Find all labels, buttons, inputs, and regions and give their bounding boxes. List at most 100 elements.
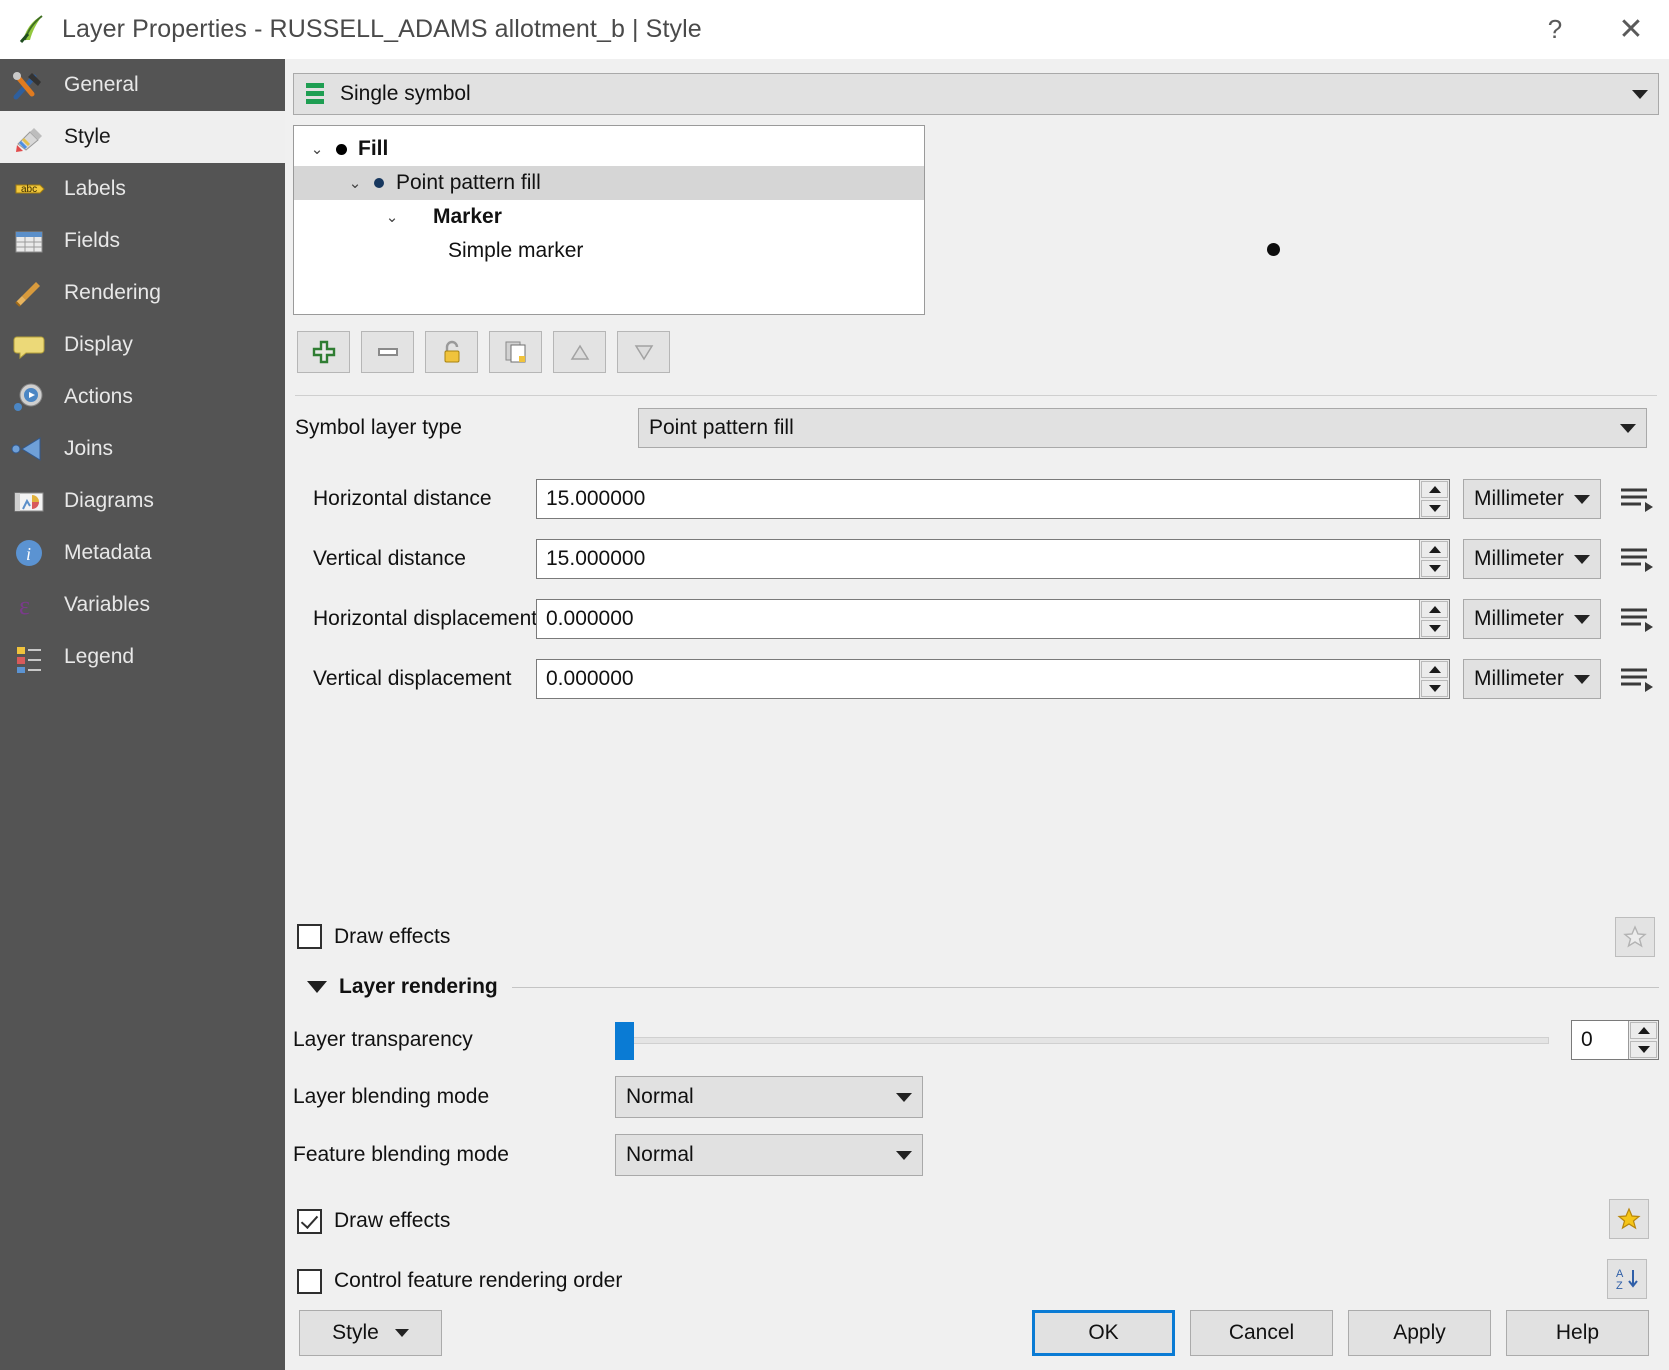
step-up-icon[interactable] (1421, 541, 1448, 558)
chevron-down-icon (1574, 554, 1590, 564)
layer-transparency-slider[interactable] (615, 1020, 1549, 1060)
stepper-buttons[interactable] (1419, 480, 1449, 518)
sidebar-item-style[interactable]: Style (0, 111, 285, 163)
sidebar-item-fields[interactable]: Fields (0, 215, 285, 267)
divider (295, 395, 1657, 396)
close-icon[interactable]: ✕ (1593, 0, 1669, 58)
render-order-button[interactable]: A Z (1607, 1259, 1647, 1299)
sidebar-item-joins[interactable]: Joins (0, 423, 285, 475)
vertical-distance-unit-combo[interactable]: Millimeter (1463, 539, 1601, 579)
layer-rendering-header[interactable]: Layer rendering (293, 975, 1659, 999)
step-up-icon[interactable] (1421, 661, 1448, 678)
hammer-wrench-icon (8, 64, 50, 106)
symbol-draw-effects-row: Draw effects (293, 916, 1659, 957)
step-down-icon[interactable] (1421, 560, 1448, 577)
help-footer-button[interactable]: Help (1506, 1310, 1649, 1356)
sidebar-item-diagrams[interactable]: Diagrams (0, 475, 285, 527)
cancel-button[interactable]: Cancel (1190, 1310, 1333, 1356)
help-button[interactable]: ? (1517, 0, 1593, 58)
chevron-down-icon[interactable]: ⌄ (379, 208, 405, 226)
data-defined-override-icon[interactable] (1615, 539, 1659, 579)
step-up-icon[interactable] (1630, 1022, 1657, 1039)
sidebar-item-display[interactable]: Display (0, 319, 285, 371)
slider-handle[interactable] (615, 1022, 634, 1060)
step-up-icon[interactable] (1421, 601, 1448, 618)
sidebar-label: Display (64, 333, 133, 356)
point-pattern-fields: Horizontal distance Millimeter (293, 474, 1659, 714)
move-layer-down-button[interactable] (617, 331, 670, 373)
symbol-layer-type-combo[interactable]: Point pattern fill (638, 408, 1647, 448)
data-defined-override-icon[interactable] (1615, 599, 1659, 639)
sidebar-item-general[interactable]: General (0, 59, 285, 111)
step-down-icon[interactable] (1421, 500, 1448, 517)
lock-layer-colors-button[interactable] (425, 331, 478, 373)
duplicate-symbol-layer-button[interactable] (489, 331, 542, 373)
tree-node-marker[interactable]: ⌄ Marker (294, 200, 924, 234)
collapse-triangle-icon[interactable] (307, 981, 327, 993)
layer-blending-combo[interactable]: Normal (615, 1076, 923, 1118)
vertical-displacement-input[interactable] (537, 660, 1419, 698)
sidebar-item-variables[interactable]: ε Variables (0, 579, 285, 631)
style-menu-button[interactable]: Style (299, 1310, 442, 1356)
vertical-displacement-unit-combo[interactable]: Millimeter (1463, 659, 1601, 699)
control-render-order-checkbox[interactable] (297, 1268, 322, 1294)
tree-node-label: Marker (433, 205, 502, 228)
vertical-displacement-stepper[interactable] (536, 659, 1450, 699)
sidebar-item-rendering[interactable]: Rendering (0, 267, 285, 319)
layer-transparency-stepper[interactable] (1571, 1020, 1659, 1060)
vertical-displacement-row: Vertical displacement Millimeter (293, 654, 1659, 704)
data-defined-override-icon[interactable] (1615, 479, 1659, 519)
renderer-type-combo[interactable]: Single symbol (293, 73, 1659, 115)
horizontal-displacement-unit-combo[interactable]: Millimeter (1463, 599, 1601, 639)
sidebar-label: Style (64, 125, 111, 148)
unit-value: Millimeter (1474, 547, 1564, 570)
stepper-buttons[interactable] (1419, 540, 1449, 578)
feature-blending-combo[interactable]: Normal (615, 1134, 923, 1176)
chevron-down-icon (1574, 494, 1590, 504)
layer-transparency-row: Layer transparency (293, 1017, 1659, 1063)
symbol-layer-tree[interactable]: ⌄ Fill ⌄ Point pattern fill ⌄ Marker Sim… (293, 125, 925, 315)
stepper-buttons[interactable] (1419, 600, 1449, 638)
svg-text:i: i (26, 544, 31, 564)
ok-button[interactable]: OK (1032, 1310, 1175, 1356)
sidebar-item-legend[interactable]: Legend (0, 631, 285, 683)
step-up-icon[interactable] (1421, 481, 1448, 498)
horizontal-displacement-stepper[interactable] (536, 599, 1450, 639)
layer-properties-dialog: Layer Properties - RUSSELL_ADAMS allotme… (0, 0, 1669, 1370)
chevron-down-icon[interactable]: ⌄ (304, 140, 330, 158)
renderer-value: Single symbol (340, 82, 471, 105)
layer-draw-effects-checkbox[interactable] (297, 1208, 322, 1234)
preview-marker-dot (1267, 243, 1280, 256)
layer-effects-button[interactable] (1609, 1199, 1649, 1239)
stepper-buttons[interactable] (1628, 1021, 1658, 1059)
qgis-icon (16, 12, 50, 46)
symbol-effects-button[interactable] (1615, 916, 1655, 957)
vertical-distance-input[interactable] (537, 540, 1419, 578)
sidebar-item-metadata[interactable]: i Metadata (0, 527, 285, 579)
horizontal-distance-stepper[interactable] (536, 479, 1450, 519)
data-defined-override-icon[interactable] (1615, 659, 1659, 699)
symbol-draw-effects-checkbox[interactable] (297, 924, 322, 949)
chevron-down-icon[interactable]: ⌄ (342, 174, 368, 192)
layer-transparency-input[interactable] (1572, 1021, 1628, 1059)
tree-node-fill[interactable]: ⌄ Fill (294, 132, 924, 166)
step-down-icon[interactable] (1421, 680, 1448, 697)
horizontal-distance-unit-combo[interactable]: Millimeter (1463, 479, 1601, 519)
step-down-icon[interactable] (1421, 620, 1448, 637)
horizontal-distance-input[interactable] (537, 480, 1419, 518)
move-layer-up-button[interactable] (553, 331, 606, 373)
point-pattern-bullet-icon (368, 178, 390, 188)
tree-node-point-pattern-fill[interactable]: ⌄ Point pattern fill (294, 166, 924, 200)
horizontal-displacement-input[interactable] (537, 600, 1419, 638)
sidebar-label: Fields (64, 229, 121, 252)
add-symbol-layer-button[interactable] (297, 331, 350, 373)
stepper-buttons[interactable] (1419, 660, 1449, 698)
remove-symbol-layer-button[interactable] (361, 331, 414, 373)
apply-button[interactable]: Apply (1348, 1310, 1491, 1356)
vertical-distance-stepper[interactable] (536, 539, 1450, 579)
step-down-icon[interactable] (1630, 1041, 1657, 1058)
sidebar-item-actions[interactable]: Actions (0, 371, 285, 423)
tree-node-simple-marker[interactable]: Simple marker (294, 234, 924, 268)
dialog-body: General Style abc Labels Fields Renderin… (0, 59, 1669, 1370)
sidebar-item-labels[interactable]: abc Labels (0, 163, 285, 215)
